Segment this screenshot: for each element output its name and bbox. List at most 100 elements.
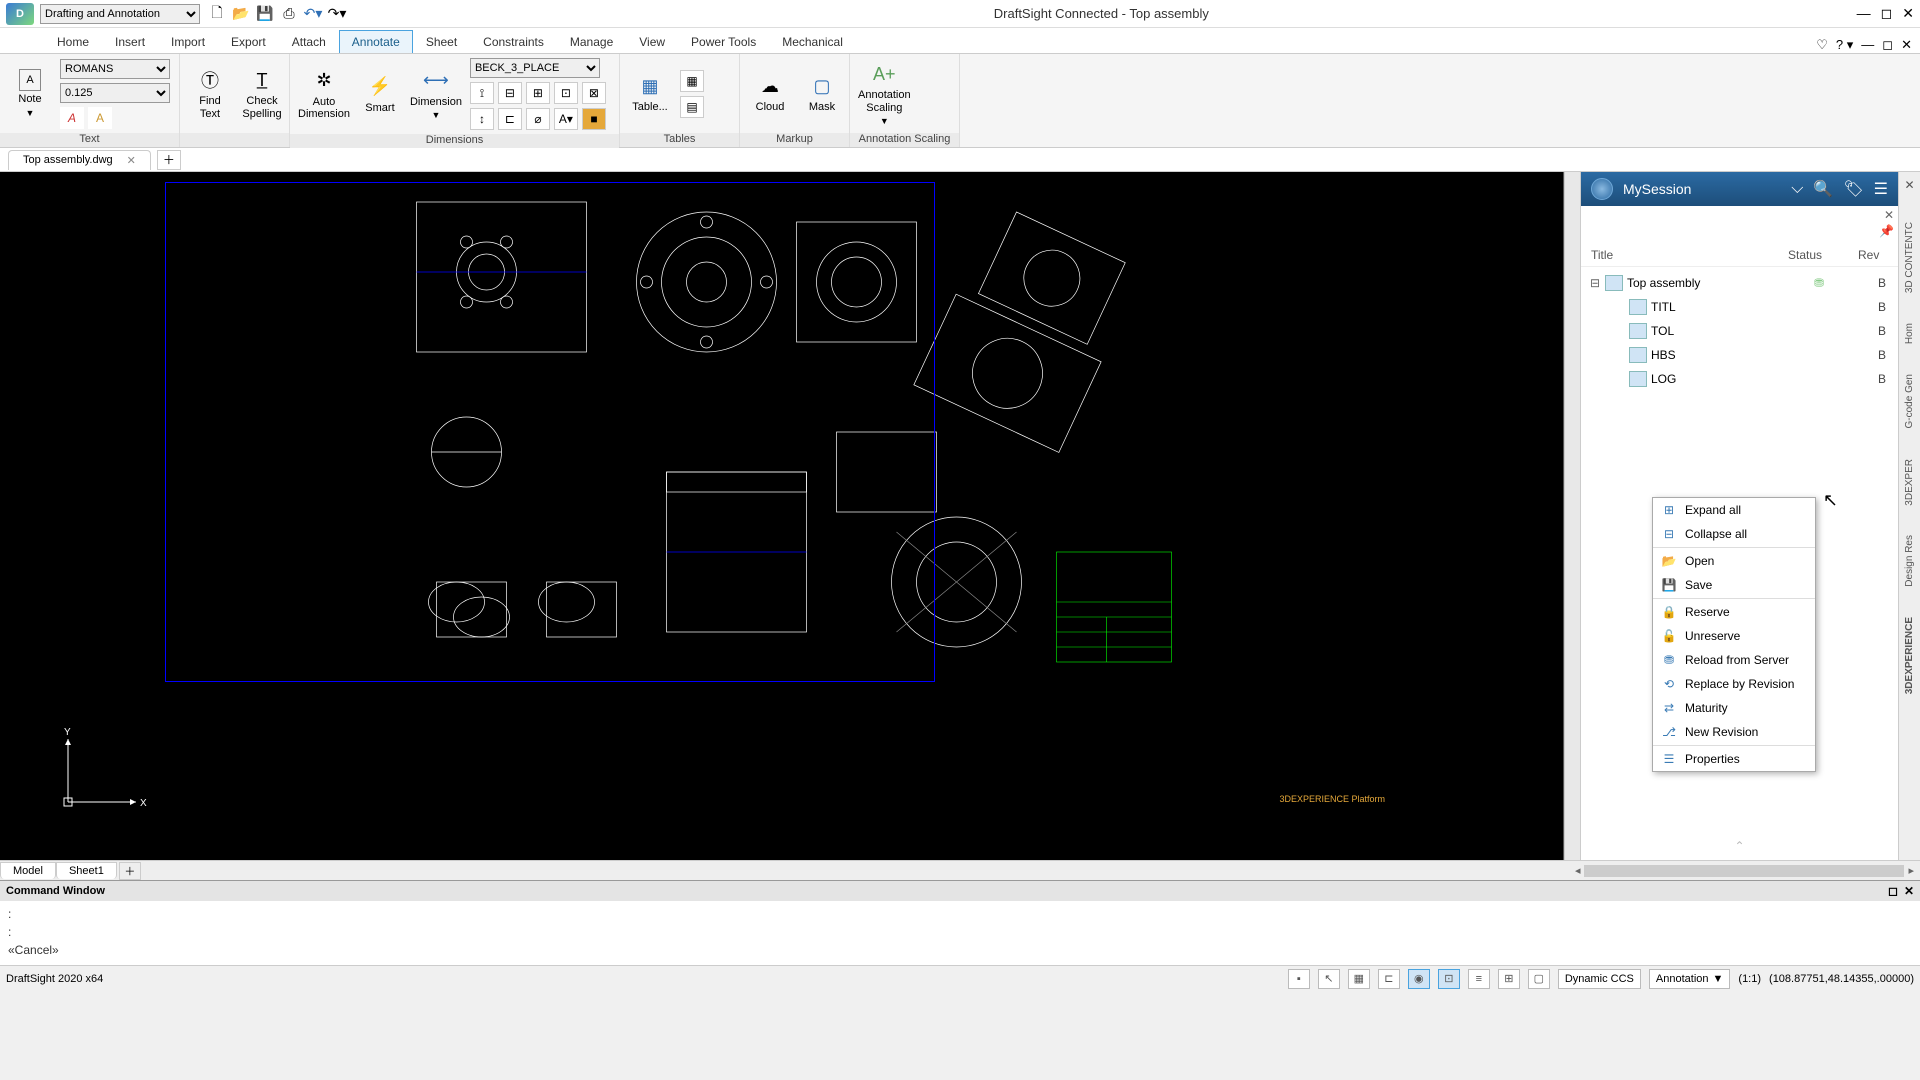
tree-item[interactable]: LOG B bbox=[1581, 367, 1898, 391]
maximize-button[interactable]: ◻ bbox=[1881, 5, 1893, 22]
tab-powertools[interactable]: Power Tools bbox=[678, 30, 769, 53]
vstrip-tab[interactable]: Hom bbox=[1904, 323, 1915, 344]
ctx-maturity[interactable]: ⇄Maturity bbox=[1653, 696, 1815, 720]
undo-icon[interactable]: ↶▾ bbox=[304, 5, 322, 23]
auto-dimension-button[interactable]: ✲ Auto Dimension bbox=[298, 68, 350, 120]
vstrip-tab[interactable]: 3D CONTENTC bbox=[1904, 222, 1915, 293]
save-icon[interactable]: 💾 bbox=[256, 5, 274, 23]
cmd-restore-icon[interactable]: ◻ bbox=[1888, 884, 1898, 898]
dim-tool-9-icon[interactable]: A▾ bbox=[554, 108, 578, 130]
redo-icon[interactable]: ↷▾ bbox=[328, 5, 346, 23]
dim-tool-5-icon[interactable]: ⊠ bbox=[582, 82, 606, 104]
smart-dimension-button[interactable]: ⚡ Smart bbox=[358, 74, 402, 114]
dimstyle-select[interactable]: BECK_3_PLACE bbox=[470, 58, 600, 78]
tab-manage[interactable]: Manage bbox=[557, 30, 626, 53]
search-icon[interactable]: 🔍 bbox=[1813, 179, 1833, 199]
print-icon[interactable]: ⎙ bbox=[280, 5, 298, 23]
workspace-selector[interactable]: Drafting and Annotation bbox=[40, 4, 200, 24]
vstrip-tab[interactable]: G-code Gen bbox=[1904, 374, 1915, 428]
tab-constraints[interactable]: Constraints bbox=[470, 30, 557, 53]
panel-collapse-icon[interactable]: ⌵ bbox=[1791, 180, 1803, 198]
tree-item[interactable]: HBS B bbox=[1581, 343, 1898, 367]
dim-tool-4-icon[interactable]: ⊡ bbox=[554, 82, 578, 104]
sb-toggle-2[interactable]: ↖ bbox=[1318, 969, 1340, 989]
add-sheet-button[interactable]: ＋ bbox=[119, 862, 141, 880]
ctx-properties[interactable]: ☰Properties bbox=[1653, 747, 1815, 771]
sb-ortho-toggle[interactable]: ⊏ bbox=[1378, 969, 1400, 989]
tab-attach[interactable]: Attach bbox=[279, 30, 339, 53]
ctx-expand-all[interactable]: ⊞Expand all bbox=[1653, 498, 1815, 522]
ctx-collapse-all[interactable]: ⊟Collapse all bbox=[1653, 522, 1815, 546]
inner-minimize-button[interactable]: — bbox=[1861, 37, 1874, 53]
sheet-tab-model[interactable]: Model bbox=[0, 862, 56, 879]
col-title[interactable]: Title bbox=[1591, 248, 1788, 262]
tab-mechanical[interactable]: Mechanical bbox=[769, 30, 856, 53]
vstrip-tab[interactable]: 3DEXPERIENCE bbox=[1904, 617, 1915, 694]
close-button[interactable]: ✕ bbox=[1902, 5, 1914, 22]
sb-polar-toggle[interactable]: ◉ bbox=[1408, 969, 1430, 989]
inner-restore-button[interactable]: ◻ bbox=[1882, 37, 1893, 53]
tab-export[interactable]: Export bbox=[218, 30, 279, 53]
command-input-area[interactable]: : : «Cancel» bbox=[0, 901, 1920, 965]
table-button[interactable]: ▦ Table... bbox=[628, 73, 672, 113]
sb-esnap-toggle[interactable]: ⊡ bbox=[1438, 969, 1460, 989]
heart-icon[interactable]: ♡ bbox=[1816, 37, 1828, 53]
cmd-close-icon[interactable]: ✕ bbox=[1904, 884, 1914, 898]
text-style-b-icon[interactable]: A bbox=[88, 107, 112, 129]
panel-close-icon[interactable]: ✕ bbox=[1884, 208, 1894, 222]
dimension-button[interactable]: ⟷ Dimension ▼ bbox=[410, 68, 462, 120]
col-rev[interactable]: Rev bbox=[1858, 248, 1888, 262]
vstrip-close-icon[interactable]: ✕ bbox=[1904, 178, 1914, 192]
tree-root[interactable]: ⊟ Top assembly ⛃ B bbox=[1581, 271, 1898, 295]
table-tool-1-icon[interactable]: ▦ bbox=[680, 70, 704, 92]
tab-import[interactable]: Import bbox=[158, 30, 218, 53]
tab-annotate[interactable]: Annotate bbox=[339, 30, 413, 53]
vstrip-tab[interactable]: Design Res bbox=[1904, 535, 1915, 587]
annotation-scaling-button[interactable]: A+ Annotation Scaling ▼ bbox=[858, 61, 911, 125]
dim-tool-2-icon[interactable]: ⊟ bbox=[498, 82, 522, 104]
dim-tool-7-icon[interactable]: ⊏ bbox=[498, 108, 522, 130]
check-spelling-button[interactable]: T̲ Check Spelling bbox=[240, 67, 284, 119]
minimize-button[interactable]: — bbox=[1857, 5, 1871, 22]
new-icon[interactable]: 🗋 bbox=[208, 5, 226, 23]
font-select[interactable]: ROMANS bbox=[60, 59, 170, 79]
sheet-tab-sheet1[interactable]: Sheet1 bbox=[56, 862, 117, 879]
vstrip-tab[interactable]: 3DEXPER bbox=[1904, 459, 1915, 506]
tab-view[interactable]: View bbox=[626, 30, 678, 53]
vertical-scrollbar[interactable] bbox=[1564, 172, 1580, 860]
sb-toggle-1[interactable]: ▪ bbox=[1288, 969, 1310, 989]
sb-etrack-toggle[interactable]: ≡ bbox=[1468, 969, 1490, 989]
document-tab-active[interactable]: Top assembly.dwg ✕ bbox=[8, 150, 151, 170]
tree-item[interactable]: TITL B bbox=[1581, 295, 1898, 319]
menu-icon[interactable]: ☰ bbox=[1874, 179, 1888, 199]
ctx-reload[interactable]: ⛃Reload from Server bbox=[1653, 648, 1815, 672]
sb-grid-toggle[interactable]: ▦ bbox=[1348, 969, 1370, 989]
dim-tool-10-icon[interactable]: ■ bbox=[582, 108, 606, 130]
ctx-save[interactable]: 💾Save bbox=[1653, 573, 1815, 597]
sb-dynamic-ccs[interactable]: Dynamic CCS bbox=[1558, 969, 1641, 989]
mask-button[interactable]: ▢ Mask bbox=[800, 73, 844, 113]
tab-home[interactable]: Home bbox=[44, 30, 102, 53]
dim-tool-8-icon[interactable]: ⌀ bbox=[526, 108, 550, 130]
ctx-unreserve[interactable]: 🔓Unreserve bbox=[1653, 624, 1815, 648]
tab-insert[interactable]: Insert bbox=[102, 30, 158, 53]
pin-icon[interactable]: 📌 bbox=[1879, 224, 1894, 238]
inner-close-button[interactable]: ✕ bbox=[1901, 37, 1912, 53]
dim-tool-6-icon[interactable]: ↕ bbox=[470, 108, 494, 130]
cloud-button[interactable]: ☁ Cloud bbox=[748, 73, 792, 113]
open-icon[interactable]: 📂 bbox=[232, 5, 250, 23]
col-status[interactable]: Status bbox=[1788, 248, 1858, 262]
tag-icon[interactable]: 🏷 bbox=[1843, 179, 1863, 199]
compass-icon[interactable] bbox=[1591, 178, 1613, 200]
text-height-select[interactable]: 0.125 bbox=[60, 83, 170, 103]
collapse-icon[interactable]: ⊟ bbox=[1589, 276, 1601, 290]
dim-tool-1-icon[interactable]: ⟟ bbox=[470, 82, 494, 104]
help-icon[interactable]: ? ▾ bbox=[1836, 37, 1853, 53]
sb-toggle-8[interactable]: ⊞ bbox=[1498, 969, 1520, 989]
dim-tool-3-icon[interactable]: ⊞ bbox=[526, 82, 550, 104]
note-button[interactable]: A Note ▼ bbox=[8, 69, 52, 117]
ctx-open[interactable]: 📂Open bbox=[1653, 549, 1815, 573]
find-text-button[interactable]: Ⓣ Find Text bbox=[188, 67, 232, 119]
sb-annotation-scale[interactable]: Annotation ▼ bbox=[1649, 969, 1731, 989]
new-document-tab-button[interactable]: ＋ bbox=[157, 150, 181, 170]
